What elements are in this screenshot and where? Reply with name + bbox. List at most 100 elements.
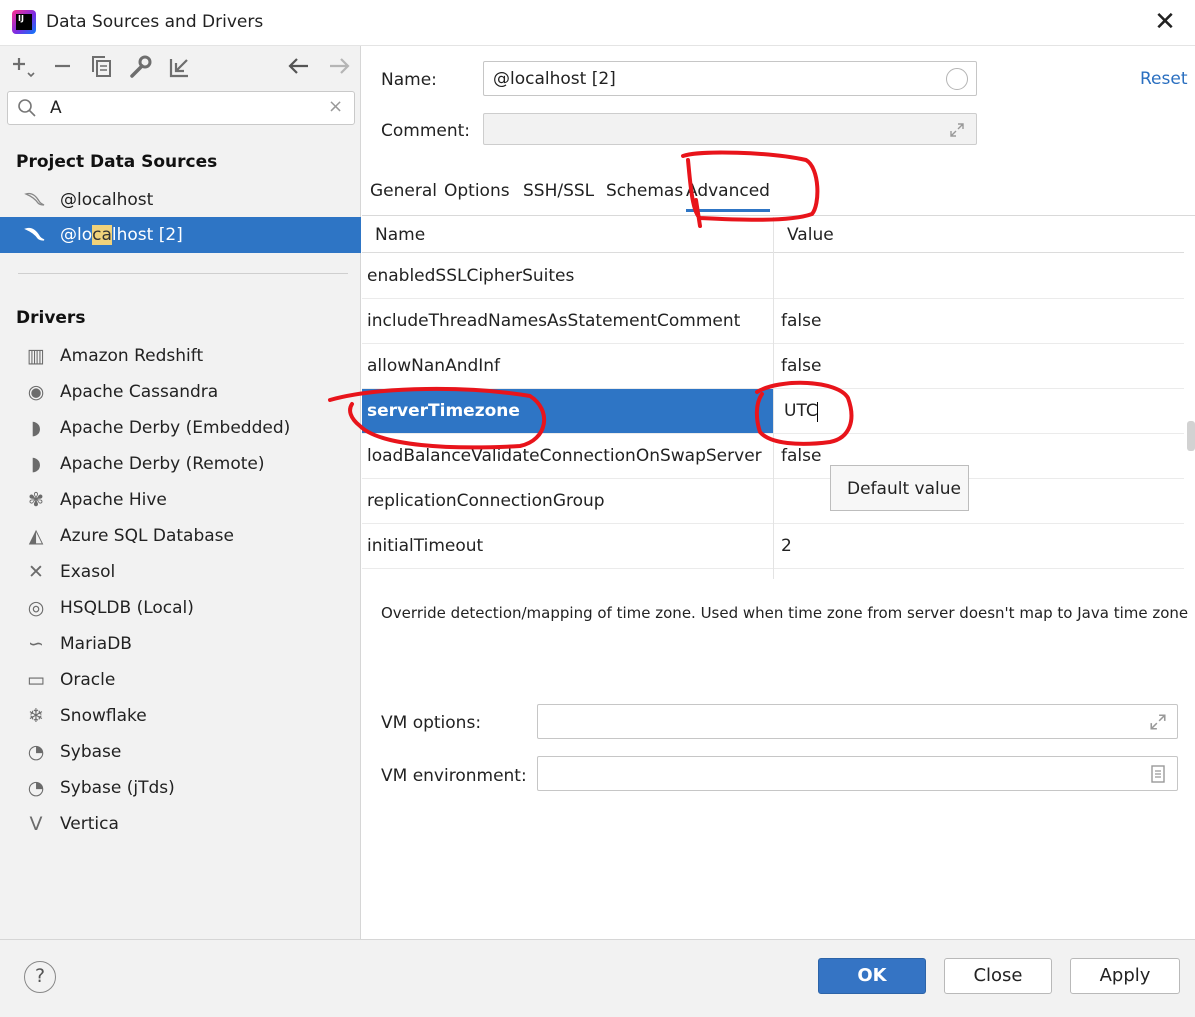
driver-label: Oracle bbox=[60, 670, 116, 690]
driver-label: Apache Cassandra bbox=[60, 382, 219, 402]
driver-item[interactable]: ▥ Amazon Redshift bbox=[0, 338, 361, 374]
driver-label: Sybase bbox=[60, 742, 122, 762]
title-bar: IJ Data Sources and Drivers ✕ bbox=[0, 0, 1195, 46]
property-name: replicationConnectionGroup bbox=[367, 491, 605, 511]
forward-arrow-icon[interactable] bbox=[326, 54, 352, 80]
add-icon[interactable] bbox=[10, 54, 36, 80]
vertica-icon: V bbox=[29, 813, 43, 835]
property-value[interactable]: UTC bbox=[784, 401, 818, 421]
driver-item[interactable]: ◉ Apache Cassandra bbox=[0, 374, 361, 410]
tab-general[interactable]: General bbox=[370, 181, 437, 209]
property-value: false bbox=[781, 356, 822, 376]
close-button[interactable]: Close bbox=[944, 958, 1052, 994]
comment-field[interactable] bbox=[483, 113, 977, 145]
column-header-value: Value bbox=[787, 225, 834, 245]
driver-label: Amazon Redshift bbox=[60, 346, 204, 366]
wrench-icon[interactable] bbox=[128, 54, 154, 80]
data-source-label: @localhost [2] bbox=[60, 225, 183, 245]
driver-item[interactable]: ◔ Sybase (jTds) bbox=[0, 770, 361, 806]
search-box: × bbox=[7, 91, 355, 125]
expand-icon[interactable] bbox=[1149, 713, 1167, 731]
tooltip-text: Default value bbox=[847, 479, 961, 499]
driver-item[interactable]: V Vertica bbox=[0, 806, 361, 842]
expand-icon[interactable] bbox=[949, 122, 965, 138]
close-icon[interactable]: ✕ bbox=[1150, 8, 1180, 38]
help-icon[interactable]: ? bbox=[24, 961, 56, 993]
label-part: @lo bbox=[60, 225, 93, 245]
mysql-dolphin-icon bbox=[24, 192, 45, 206]
data-source-label: @localhost bbox=[60, 190, 154, 210]
divider bbox=[18, 273, 348, 274]
property-value: 2 bbox=[781, 536, 792, 556]
reset-link[interactable]: Reset bbox=[1140, 69, 1188, 89]
driver-label: Azure SQL Database bbox=[60, 526, 234, 546]
default-value-tooltip: Default value bbox=[830, 465, 969, 511]
search-match-highlight: ca bbox=[92, 225, 112, 245]
back-arrow-icon[interactable] bbox=[286, 54, 312, 80]
vm-options-label: VM options: bbox=[381, 713, 482, 733]
table-scrollbar[interactable] bbox=[1187, 421, 1195, 451]
toolbar bbox=[8, 54, 354, 80]
driver-item[interactable]: ❄ Snowflake bbox=[0, 698, 361, 734]
sybase-icon: ◔ bbox=[27, 777, 45, 799]
property-value: false bbox=[781, 446, 822, 466]
ok-button[interactable]: OK bbox=[818, 958, 926, 994]
name-label: Name: bbox=[381, 70, 437, 90]
driver-label: HSQLDB (Local) bbox=[60, 598, 194, 618]
drivers-heading: Drivers bbox=[16, 308, 86, 328]
dialog-footer: ? OK Close Apply bbox=[0, 939, 1195, 1017]
tab-options[interactable]: Options bbox=[444, 181, 510, 209]
tab-ssh-ssl[interactable]: SSH/SSL bbox=[523, 181, 594, 209]
import-icon[interactable] bbox=[167, 54, 193, 80]
derby-hat-icon: ◗ bbox=[30, 417, 41, 439]
driver-item[interactable]: ◗ Apache Derby (Remote) bbox=[0, 446, 361, 482]
driver-item[interactable]: ◭ Azure SQL Database bbox=[0, 518, 361, 554]
azure-icon: ◭ bbox=[28, 525, 44, 547]
data-source-item[interactable]: @localhost bbox=[0, 182, 361, 218]
search-input[interactable] bbox=[50, 96, 320, 120]
driver-item[interactable]: ✕ Exasol bbox=[0, 554, 361, 590]
exasol-x-icon: ✕ bbox=[28, 561, 44, 583]
label-part: lhost [2] bbox=[111, 225, 183, 245]
app-icon-text: IJ bbox=[16, 14, 32, 30]
derby-hat-icon: ◗ bbox=[30, 453, 41, 475]
properties-table: Name Value enabledSSLCipherSuites include… bbox=[362, 217, 1184, 579]
name-value: @localhost [2] bbox=[493, 69, 616, 89]
driver-item[interactable]: ▭ Oracle bbox=[0, 662, 361, 698]
driver-item[interactable]: ◔ Sybase bbox=[0, 734, 361, 770]
right-panel: Name: @localhost [2] Reset Comment: Gene… bbox=[362, 46, 1195, 939]
vm-environment-field[interactable] bbox=[537, 756, 1178, 791]
value-editor[interactable] bbox=[774, 389, 1184, 433]
sybase-icon: ◔ bbox=[27, 741, 45, 763]
clear-search-icon[interactable]: × bbox=[328, 96, 343, 117]
driver-label: Apache Derby (Remote) bbox=[60, 454, 265, 474]
project-data-sources-heading: Project Data Sources bbox=[16, 152, 218, 172]
color-circle-icon[interactable] bbox=[946, 68, 968, 90]
property-name: initialTimeout bbox=[367, 536, 484, 556]
driver-label: MariaDB bbox=[60, 634, 132, 654]
data-source-item-selected[interactable]: @localhost [2] bbox=[0, 217, 361, 253]
driver-item[interactable]: ◎ HSQLDB (Local) bbox=[0, 590, 361, 626]
document-icon[interactable] bbox=[1150, 765, 1166, 783]
driver-item[interactable]: ∽ MariaDB bbox=[0, 626, 361, 662]
driver-label: Snowflake bbox=[60, 706, 147, 726]
vm-options-field[interactable] bbox=[537, 704, 1178, 739]
driver-item[interactable]: ✾ Apache Hive bbox=[0, 482, 361, 518]
hsqldb-icon: ◎ bbox=[27, 597, 45, 619]
window-title: Data Sources and Drivers bbox=[46, 12, 264, 32]
intellij-app-icon: IJ bbox=[12, 10, 36, 34]
redshift-icon: ▥ bbox=[27, 345, 45, 367]
remove-icon[interactable] bbox=[50, 54, 76, 80]
tab-advanced[interactable]: Advanced bbox=[686, 181, 770, 212]
column-divider bbox=[773, 217, 774, 579]
left-panel: × Project Data Sources @localhost @local… bbox=[0, 46, 361, 939]
tab-schemas[interactable]: Schemas bbox=[606, 181, 683, 209]
text-caret bbox=[817, 402, 818, 422]
duplicate-icon[interactable] bbox=[89, 54, 115, 80]
apply-button[interactable]: Apply bbox=[1070, 958, 1180, 994]
mariadb-seal-icon: ∽ bbox=[28, 633, 44, 655]
name-field[interactable]: @localhost [2] bbox=[483, 61, 977, 96]
property-name: enabledSSLCipherSuites bbox=[367, 266, 575, 286]
driver-item[interactable]: ◗ Apache Derby (Embedded) bbox=[0, 410, 361, 446]
comment-label: Comment: bbox=[381, 121, 471, 141]
